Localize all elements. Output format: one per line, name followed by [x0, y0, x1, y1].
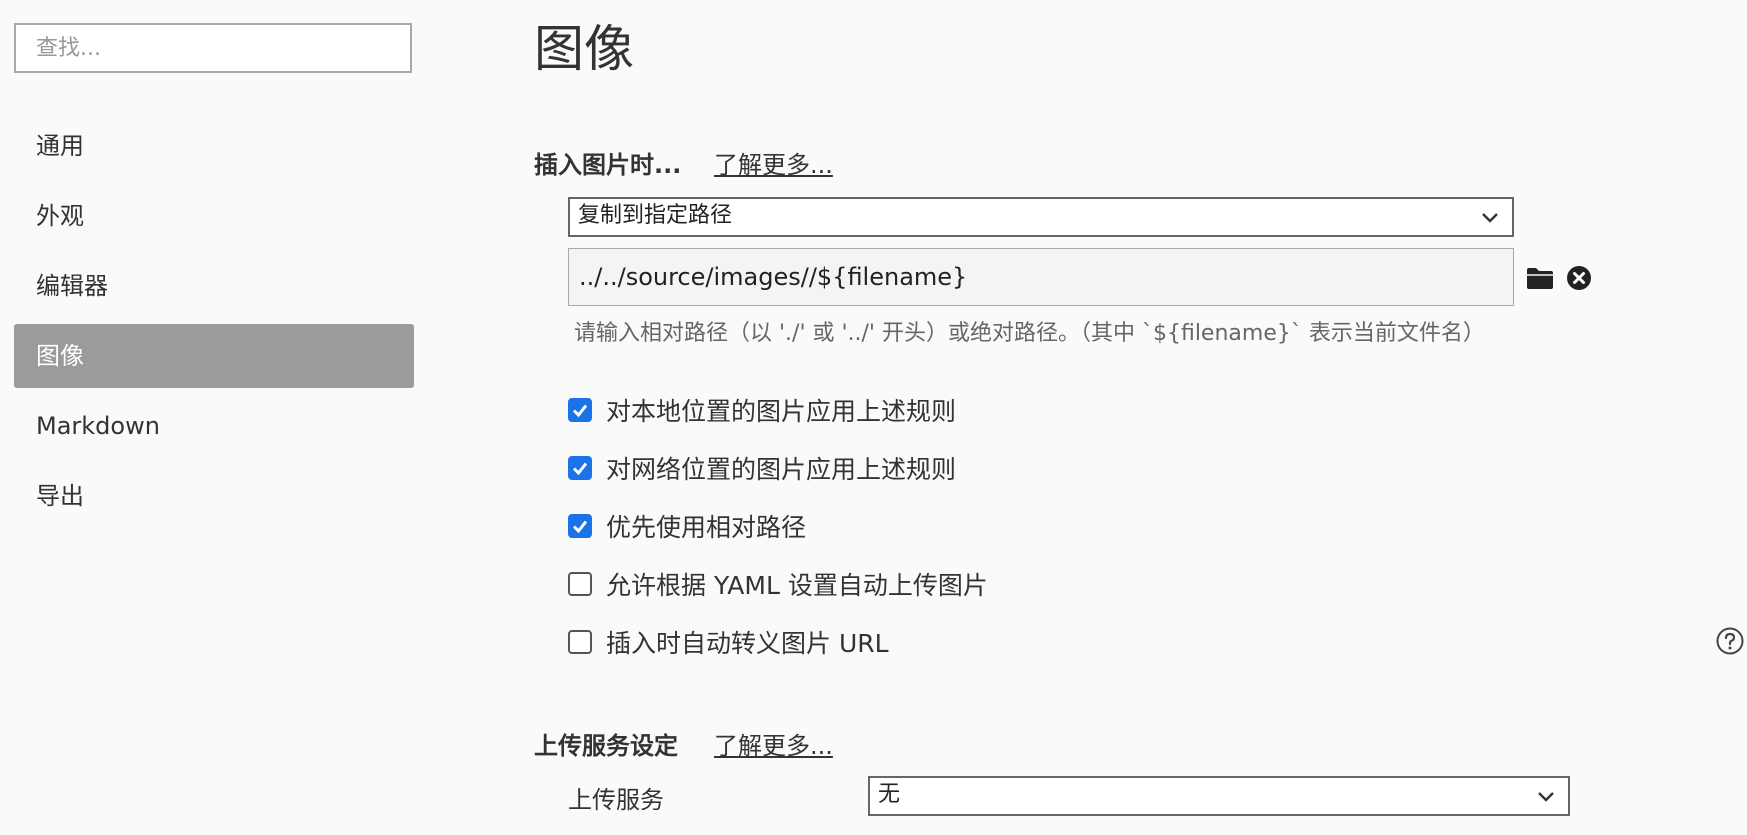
page-title: 图像 [534, 20, 634, 78]
option-apply-local[interactable]: 对本地位置的图片应用上述规则 [568, 393, 956, 427]
sidebar-item-export[interactable]: 导出 [14, 464, 414, 528]
checkbox-escape-url[interactable] [568, 630, 592, 654]
checkmark-icon [572, 404, 588, 418]
checkmark-icon [572, 462, 588, 476]
option-label: 允许根据 YAML 设置自动上传图片 [606, 571, 988, 600]
sidebar-item-image[interactable]: 图像 [14, 324, 414, 388]
option-yaml-upload[interactable]: 允许根据 YAML 设置自动上传图片 [568, 567, 988, 601]
checkbox-yaml-upload[interactable] [568, 572, 592, 596]
sidebar-item-general[interactable]: 通用 [14, 114, 414, 178]
sidebar: 通用 外观 编辑器 图像 Markdown 导出 [0, 0, 430, 835]
insert-learn-more-link[interactable]: 了解更多... [714, 145, 833, 180]
checkbox-apply-network[interactable] [568, 456, 592, 480]
insert-section-header: 插入图片时... [534, 151, 682, 179]
option-label: 对本地位置的图片应用上述规则 [606, 397, 957, 426]
clear-icon[interactable] [1566, 265, 1592, 291]
image-path-input[interactable]: ../../source/images//${filename} [568, 248, 1514, 306]
option-label: 对网络位置的图片应用上述规则 [606, 455, 957, 484]
sidebar-nav: 通用 外观 编辑器 图像 Markdown 导出 [14, 114, 414, 534]
insert-action-select[interactable]: 复制到指定路径 [568, 197, 1514, 237]
upload-service-select-value: 无 [878, 782, 901, 807]
upload-service-select[interactable]: 无 [868, 776, 1570, 816]
chevron-down-icon [1538, 792, 1554, 802]
upload-section-header: 上传服务设定 [534, 732, 678, 760]
checkbox-prefer-relative[interactable] [568, 514, 592, 538]
sidebar-item-markdown[interactable]: Markdown [14, 394, 414, 458]
option-escape-url[interactable]: 插入时自动转义图片 URL [568, 625, 889, 659]
insert-action-select-value: 复制到指定路径 [578, 203, 733, 228]
option-label: 优先使用相对路径 [606, 513, 807, 542]
checkbox-apply-local[interactable] [568, 398, 592, 422]
sidebar-item-editor[interactable]: 编辑器 [14, 254, 414, 318]
option-prefer-relative[interactable]: 优先使用相对路径 [568, 509, 806, 543]
help-icon[interactable] [1716, 627, 1744, 655]
path-hint-text: 请输入相对路径（以 './' 或 '../' 开头）或绝对路径。（其中 `${f… [574, 321, 1485, 346]
upload-learn-more-link[interactable]: 了解更多... [714, 726, 833, 761]
chevron-down-icon [1482, 213, 1498, 223]
checkmark-icon [572, 520, 588, 534]
sidebar-item-appearance[interactable]: 外观 [14, 184, 414, 248]
option-label: 插入时自动转义图片 URL [606, 629, 889, 658]
folder-icon[interactable] [1526, 266, 1554, 290]
option-apply-network[interactable]: 对网络位置的图片应用上述规则 [568, 451, 956, 485]
search-input[interactable] [14, 23, 412, 73]
upload-service-label: 上传服务 [568, 786, 664, 814]
